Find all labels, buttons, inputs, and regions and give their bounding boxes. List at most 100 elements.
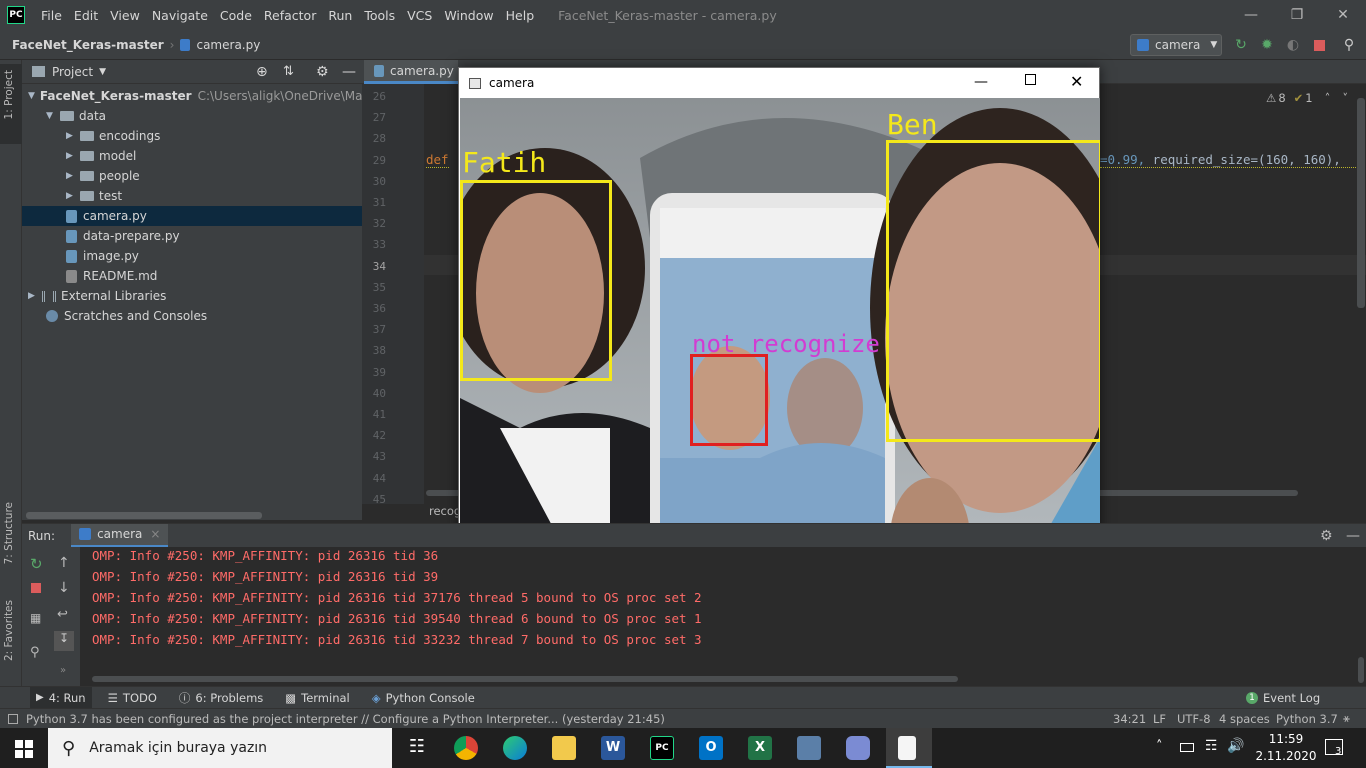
- run-tab-camera[interactable]: camera ×: [71, 523, 169, 548]
- breadcrumb-project[interactable]: FaceNet_Keras-master: [12, 38, 164, 52]
- hide-icon[interactable]: —: [342, 64, 356, 80]
- arrow-down-icon[interactable]: ↓: [58, 580, 70, 596]
- tree-item-camera-py[interactable]: camera.py: [22, 206, 362, 226]
- excel-icon[interactable]: X: [748, 736, 772, 760]
- status-line-separator[interactable]: LF: [1153, 712, 1166, 726]
- vertical-scrollbar[interactable]: [1357, 98, 1365, 308]
- minimize-icon[interactable]: —: [974, 74, 988, 90]
- menu-view[interactable]: View: [110, 8, 140, 23]
- menu-window[interactable]: Window: [444, 8, 493, 23]
- tool-tab-problems[interactable]: ⓘ 6: Problems: [179, 690, 263, 706]
- hide-icon[interactable]: —: [1346, 528, 1360, 544]
- breadcrumb-file[interactable]: camera.py: [196, 38, 260, 52]
- close-tab-icon[interactable]: ×: [150, 527, 160, 541]
- camera-window[interactable]: camera — ✕ Fatih Ben not recognize: [458, 67, 1100, 578]
- horizontal-scrollbar[interactable]: [26, 512, 262, 519]
- console-vertical-scrollbar[interactable]: [1358, 657, 1364, 683]
- tree-item-encodings[interactable]: ▶ encodings: [22, 126, 362, 146]
- chevron-up-icon[interactable]: ˄: [1325, 91, 1331, 105]
- run-configuration-select[interactable]: camera ▼: [1130, 34, 1222, 56]
- menu-run[interactable]: Run: [328, 8, 352, 23]
- menu-code[interactable]: Code: [220, 8, 252, 23]
- tab-project[interactable]: 1: Project: [3, 70, 15, 119]
- inspection-widget[interactable]: ⚠ 8 ✔ 1 ˄ ˅: [1266, 91, 1348, 105]
- windows-start-icon[interactable]: [15, 740, 33, 758]
- task-view-icon[interactable]: ☷: [405, 736, 429, 760]
- discord-icon[interactable]: [846, 736, 870, 760]
- tree-item-people[interactable]: ▶ people: [22, 166, 362, 186]
- chrome-icon[interactable]: [454, 736, 478, 760]
- menu-navigate[interactable]: Navigate: [152, 8, 208, 23]
- tab-structure[interactable]: 7: Structure: [3, 502, 15, 564]
- chevron-down-icon[interactable]: ˅: [1342, 91, 1348, 105]
- tool-tab-run[interactable]: ▶ 4: Run: [30, 687, 92, 708]
- close-icon[interactable]: ✕: [1320, 0, 1366, 30]
- tab-favorites[interactable]: 2: Favorites: [3, 600, 15, 661]
- status-encoding[interactable]: UTF-8: [1177, 712, 1211, 726]
- pycharm-taskbar-icon[interactable]: PC: [650, 736, 674, 760]
- menu-tools[interactable]: Tools: [364, 8, 395, 23]
- taskbar-search[interactable]: ⚲ Aramak için buraya yazın: [48, 728, 392, 768]
- tree-item-external-libraries[interactable]: ▶ External Libraries: [22, 286, 362, 306]
- more-icon[interactable]: »: [60, 665, 66, 676]
- debug-icon[interactable]: ✹: [1258, 36, 1276, 54]
- gear-icon[interactable]: ⚙: [316, 64, 329, 80]
- scroll-to-end-icon[interactable]: ↧: [54, 631, 74, 651]
- battery-icon[interactable]: [1180, 743, 1194, 752]
- soft-wrap-icon[interactable]: ↩: [57, 607, 68, 622]
- remote-desktop-icon[interactable]: [797, 736, 821, 760]
- pin-icon[interactable]: ⚲: [30, 645, 40, 660]
- tree-item-model[interactable]: ▶ model: [22, 146, 362, 166]
- layout-icon[interactable]: ▦: [30, 611, 41, 625]
- status-interpreter[interactable]: Python 3.7: [1276, 712, 1338, 726]
- tool-tab-terminal[interactable]: ▩ Terminal: [285, 691, 349, 705]
- edge-icon[interactable]: [503, 736, 527, 760]
- lock-icon[interactable]: ⚹: [1343, 711, 1350, 726]
- chevron-down-icon[interactable]: ▼: [99, 67, 106, 77]
- project-panel-title[interactable]: Project: [52, 65, 93, 79]
- arrow-up-icon[interactable]: ↑: [58, 555, 70, 571]
- wifi-icon[interactable]: ☶: [1205, 738, 1218, 754]
- gear-icon[interactable]: ⚙: [1320, 528, 1333, 544]
- tree-item-readme[interactable]: README.md: [22, 266, 362, 286]
- tree-item-image-py[interactable]: image.py: [22, 246, 362, 266]
- status-caret-position[interactable]: 34:21: [1113, 712, 1146, 726]
- coverage-icon[interactable]: ◐: [1284, 36, 1302, 54]
- chevron-up-icon[interactable]: ˄: [1156, 739, 1163, 754]
- tool-tab-todo[interactable]: ☰ TODO: [108, 691, 157, 705]
- tree-item-test[interactable]: ▶ test: [22, 186, 362, 206]
- menu-edit[interactable]: Edit: [74, 8, 98, 23]
- editor-tab[interactable]: camera.py: [364, 60, 458, 84]
- word-icon[interactable]: W: [601, 736, 625, 760]
- tool-tab-python-console[interactable]: ◈ Python Console: [372, 691, 475, 705]
- taskbar-clock-date[interactable]: 2.11.2020: [1255, 749, 1317, 763]
- close-icon[interactable]: ✕: [1070, 72, 1083, 91]
- rerun-icon[interactable]: ↻: [1232, 36, 1250, 54]
- rerun-icon[interactable]: ↻: [30, 555, 43, 573]
- minimize-icon[interactable]: —: [1228, 0, 1274, 30]
- locate-icon[interactable]: ⊕: [256, 64, 268, 80]
- camera-window-titlebar[interactable]: camera — ✕: [459, 68, 1099, 98]
- tree-root[interactable]: ▼ FaceNet_Keras-master C:\Users\aligk\On…: [22, 86, 362, 106]
- tree-item-scratches[interactable]: Scratches and Consoles: [22, 306, 362, 326]
- search-icon[interactable]: ⚲: [1340, 36, 1358, 54]
- restore-icon[interactable]: ❐: [1274, 0, 1320, 30]
- menu-vcs[interactable]: VCS: [407, 8, 432, 23]
- status-toggle-icon[interactable]: [8, 713, 18, 724]
- outlook-icon[interactable]: O: [699, 736, 723, 760]
- tool-tab-event-log[interactable]: 1 Event Log: [1246, 691, 1320, 705]
- run-console[interactable]: OMP: Info #250: KMP_AFFINITY: pid 26316 …: [80, 547, 1366, 686]
- menu-help[interactable]: Help: [506, 8, 535, 23]
- status-indent[interactable]: 4 spaces: [1219, 712, 1270, 726]
- maximize-icon[interactable]: [1025, 74, 1036, 85]
- stop-icon[interactable]: [1310, 36, 1328, 54]
- menu-file[interactable]: File: [41, 8, 62, 23]
- console-horizontal-scrollbar[interactable]: [92, 676, 958, 682]
- volume-icon[interactable]: 🔊: [1227, 738, 1244, 754]
- active-app-highlight[interactable]: [886, 728, 932, 768]
- collapse-all-icon[interactable]: ⇅: [283, 64, 294, 79]
- editor-breadcrumb[interactable]: recog: [429, 504, 461, 518]
- tree-item-data-prepare-py[interactable]: data-prepare.py: [22, 226, 362, 246]
- tree-item-data[interactable]: ▼ data: [22, 106, 362, 126]
- taskbar-clock-time[interactable]: 11:59: [1262, 732, 1310, 746]
